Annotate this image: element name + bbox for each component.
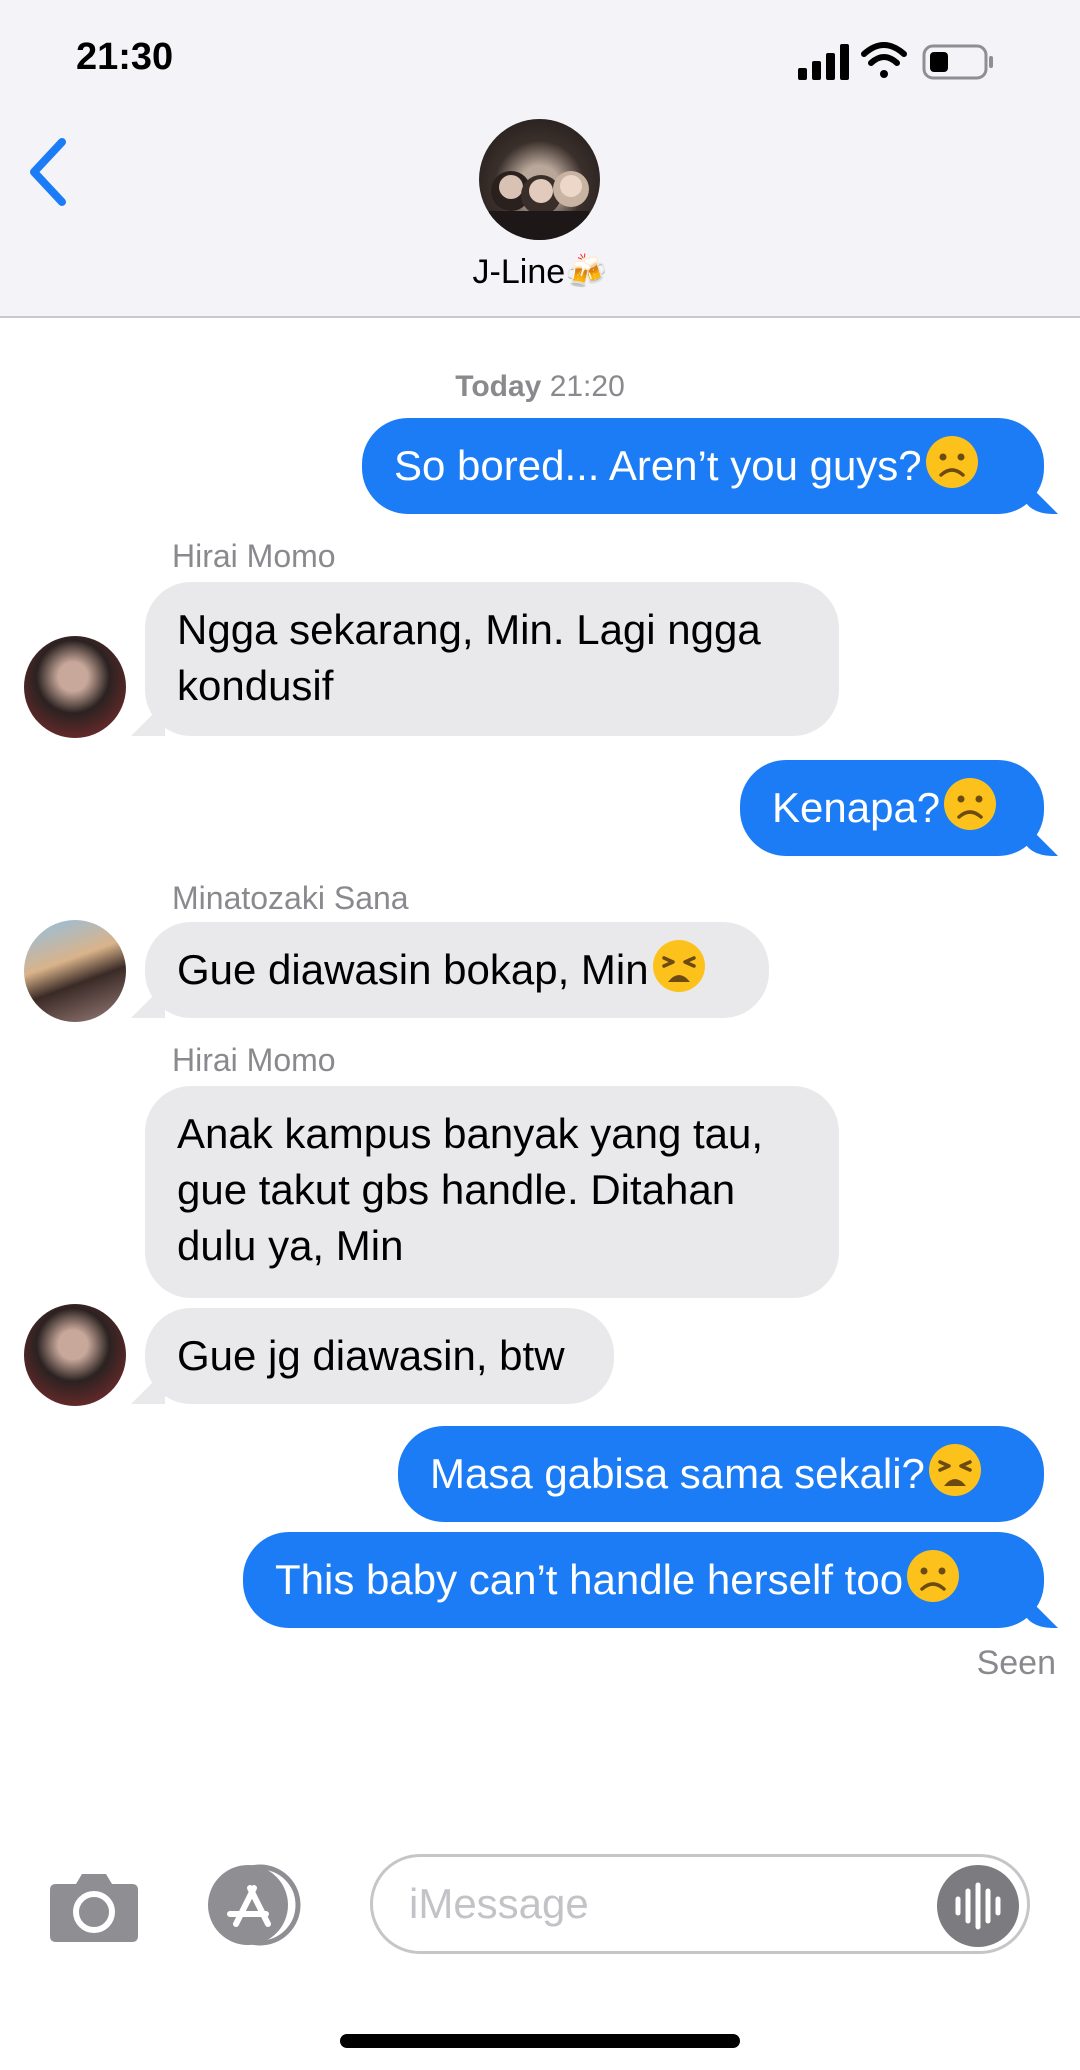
- tired-face-emoji: [652, 940, 705, 992]
- message-bubble-incoming[interactable]: Ngga sekarang, Min. Lagi ngga kondusif: [145, 582, 839, 736]
- avatar-minatozaki-sana[interactable]: [24, 920, 126, 1022]
- sender-name: Hirai Momo: [172, 1042, 336, 1078]
- audio-waveform-icon: [955, 1882, 1001, 1930]
- message-text: Gue jg diawasin, btw: [177, 1332, 565, 1379]
- app-store-button[interactable]: [202, 1864, 308, 1946]
- message-bubble-outgoing[interactable]: Masa gabisa sama sekali?: [398, 1426, 1044, 1522]
- seen-indicator: Seen: [976, 1644, 1056, 1682]
- message-bubble-outgoing[interactable]: So bored... Aren’t you guys?: [362, 418, 1044, 514]
- audio-message-button[interactable]: [937, 1865, 1019, 1947]
- message-text: Gue diawasin bokap, Min: [177, 946, 649, 993]
- conversation-header: 21:30 J-Line🍻: [0, 0, 1080, 318]
- input-bar: iMessage: [0, 1840, 1080, 1970]
- sender-name: Hirai Momo: [172, 538, 336, 574]
- frowning-face-emoji: [907, 1550, 960, 1602]
- battery-icon: [922, 44, 993, 80]
- status-icons: [798, 38, 1026, 88]
- avatar-hirai-momo[interactable]: [24, 636, 126, 738]
- frowning-face-emoji: [944, 778, 997, 830]
- home-indicator[interactable]: [340, 2034, 740, 2048]
- group-avatar[interactable]: [479, 119, 600, 240]
- signal-icon: [798, 44, 849, 80]
- message-text: This baby can’t handle herself too: [275, 1556, 904, 1603]
- camera-button[interactable]: [48, 1870, 140, 1942]
- app-store-icon: [208, 1864, 301, 1946]
- timestamp-day: Today: [455, 370, 542, 403]
- timestamp-time: 21:20: [549, 370, 625, 403]
- tired-face-emoji: [928, 1444, 981, 1496]
- frowning-face-emoji: [925, 436, 978, 488]
- timestamp: Today 21:20: [0, 370, 1080, 404]
- sender-name: Minatozaki Sana: [172, 880, 409, 916]
- message-text: Kenapa?: [772, 784, 941, 831]
- avatar-hirai-momo[interactable]: [24, 1304, 126, 1406]
- camera-icon: [50, 1874, 138, 1942]
- back-chevron-icon: [30, 138, 66, 206]
- group-title[interactable]: J-Line🍻: [0, 252, 1080, 292]
- imessage-input[interactable]: iMessage: [370, 1854, 1030, 1954]
- message-text: Anak kampus banyak yang tau, gue takut g…: [177, 1110, 775, 1269]
- message-text: Masa gabisa sama sekali?: [430, 1450, 925, 1497]
- message-bubble-incoming[interactable]: Gue jg diawasin, btw: [145, 1308, 614, 1404]
- message-bubble-incoming[interactable]: Anak kampus banyak yang tau, gue takut g…: [145, 1086, 839, 1298]
- message-bubble-incoming[interactable]: Gue diawasin bokap, Min: [145, 922, 769, 1018]
- message-bubble-outgoing[interactable]: Kenapa?: [740, 760, 1044, 856]
- message-text: Ngga sekarang, Min. Lagi ngga kondusif: [177, 606, 773, 709]
- wifi-icon: [861, 42, 907, 78]
- status-time: 21:30: [76, 36, 174, 78]
- message-bubble-outgoing[interactable]: This baby can’t handle herself too: [243, 1532, 1044, 1628]
- back-button[interactable]: [22, 132, 82, 212]
- message-text: So bored... Aren’t you guys?: [394, 442, 922, 489]
- imessage-placeholder: iMessage: [409, 1880, 589, 1927]
